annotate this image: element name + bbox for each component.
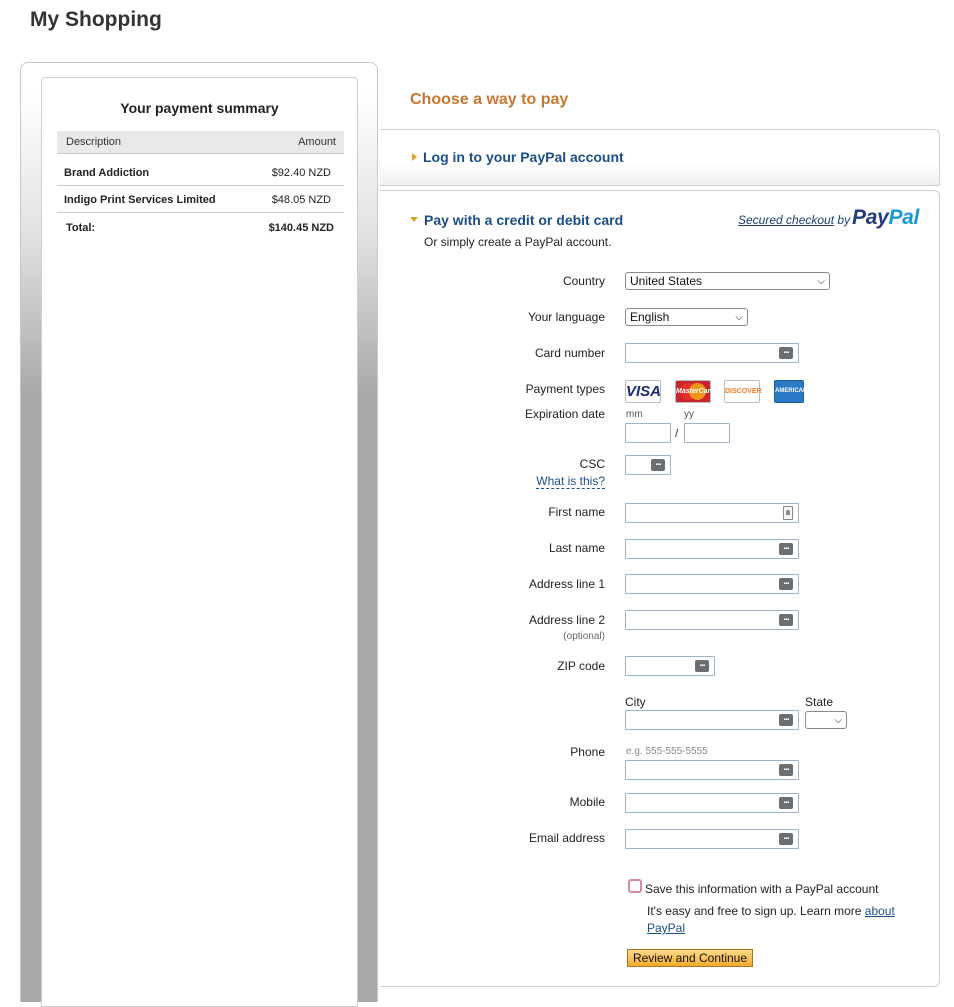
card-heading[interactable]: Pay with a credit or debit card <box>424 212 623 228</box>
yy-hint: yy <box>684 409 694 420</box>
address2-label: Address line 2 <box>528 613 605 627</box>
zip-input[interactable]: ... <box>625 656 715 676</box>
summary-row: Brand Addiction $92.40 NZD <box>57 159 344 186</box>
item-description: Indigo Print Services Limited <box>64 194 216 206</box>
save-info-label[interactable]: Save this information with a PayPal acco… <box>645 882 878 896</box>
description-header: Description <box>66 136 122 148</box>
state-label: State <box>805 695 834 709</box>
autofill-icon[interactable]: ... <box>779 613 793 626</box>
secured-by: by <box>837 213 851 227</box>
last-name-input[interactable]: ... <box>625 539 799 559</box>
mm-hint: mm <box>626 409 643 420</box>
paypal-logo: PayPal <box>852 206 919 230</box>
total-label: Total: <box>66 222 96 234</box>
csc-label: CSC <box>579 457 605 471</box>
save-info-checkbox[interactable] <box>628 879 642 893</box>
autofill-icon[interactable]: ... <box>779 542 793 555</box>
collapse-arrow-icon <box>410 217 418 222</box>
phone-label: Phone <box>570 745 605 759</box>
autofill-icon[interactable]: ... <box>779 577 793 590</box>
expand-arrow-icon <box>412 153 417 161</box>
total-amount: $140.45 NZD <box>268 222 334 234</box>
zip-label: ZIP code <box>557 659 605 673</box>
autofill-icon[interactable]: ... <box>779 713 793 726</box>
autofill-icon[interactable]: ... <box>779 832 793 845</box>
mobile-label: Mobile <box>569 795 605 809</box>
country-label: Country <box>562 274 605 288</box>
expiry-month-input[interactable] <box>625 423 671 443</box>
summary-row: Indigo Print Services Limited $48.05 NZD <box>57 186 344 213</box>
mastercard-card-icon: MasterCard <box>675 380 715 403</box>
item-amount: $92.40 NZD <box>271 167 331 179</box>
chevron-down-icon: ⌵ <box>834 715 842 726</box>
payment-summary: Your payment summary Description Amount … <box>41 77 358 1007</box>
expiry-separator: / <box>675 426 679 440</box>
card-number-label: Card number <box>534 346 605 360</box>
visa-card-icon: VISA <box>625 380 661 403</box>
signup-info: It's easy and free to sign up. Learn mor… <box>647 904 862 918</box>
payment-types-label: Payment types <box>525 382 605 396</box>
city-label: City <box>625 695 646 709</box>
language-label: Your language <box>528 310 605 324</box>
country-value: United States <box>630 274 703 288</box>
language-value: English <box>630 310 670 324</box>
autofill-icon[interactable]: ... <box>695 659 709 672</box>
review-continue-button[interactable]: Review and Continue <box>627 949 753 967</box>
card-subtext: Or simply create a PayPal account. <box>424 235 612 249</box>
login-heading[interactable]: Log in to your PayPal account <box>423 149 624 165</box>
first-name-input[interactable] <box>625 503 799 523</box>
autofill-icon[interactable]: ... <box>779 346 793 359</box>
csc-help-link[interactable]: What is this? <box>536 475 605 489</box>
last-name-label: Last name <box>548 541 605 555</box>
state-select[interactable]: ⌵ <box>805 711 847 729</box>
paypal-logo-pal: Pal <box>888 206 920 229</box>
csc-input[interactable]: ... <box>625 455 671 475</box>
summary-total-row: Total: $140.45 NZD <box>57 214 344 240</box>
mastercard-label: MasterCard <box>676 388 715 395</box>
discover-card-icon: DISCOVER <box>724 380 762 403</box>
address2-optional-note: (optional) <box>563 631 605 642</box>
page-title: My Shopping <box>30 8 162 31</box>
autofill-icon[interactable]: ... <box>779 763 793 776</box>
address2-input[interactable]: ... <box>625 610 799 630</box>
email-label: Email address <box>528 831 605 845</box>
address1-label: Address line 1 <box>528 577 605 591</box>
secured-checkout: Secured checkout by <box>738 213 850 227</box>
chevron-down-icon: ⌵ <box>735 312 743 323</box>
item-amount: $48.05 NZD <box>271 194 331 206</box>
autofill-icon[interactable]: ... <box>779 796 793 809</box>
phone-input[interactable]: ... <box>625 760 799 780</box>
summary-title: Your payment summary <box>120 100 279 116</box>
signup-info-text: It's easy and free to sign up. Learn mor… <box>647 903 907 937</box>
city-input[interactable]: ... <box>625 710 799 730</box>
phone-hint: e.g. 555-555-5555 <box>626 746 708 757</box>
autofill-icon[interactable]: ... <box>651 458 665 471</box>
choose-title: Choose a way to pay <box>410 91 569 108</box>
item-description: Brand Addiction <box>64 167 150 179</box>
card-number-input[interactable]: ... <box>625 343 799 363</box>
amex-card-icon: AMERICAN EXPRESS <box>774 380 807 415</box>
expiration-label: Expiration date <box>524 407 605 421</box>
email-input[interactable]: ... <box>625 829 799 849</box>
amount-header: Amount <box>298 136 336 148</box>
mobile-input[interactable]: ... <box>625 793 799 813</box>
chevron-down-icon: ⌵ <box>817 276 825 287</box>
contact-card-icon[interactable] <box>783 506 793 520</box>
secured-checkout-link[interactable]: Secured checkout <box>738 213 834 227</box>
summary-header-row: Description Amount <box>57 131 344 154</box>
discover-label: DISCOVER <box>725 388 762 395</box>
paypal-logo-pay: Pay <box>852 206 889 229</box>
country-select[interactable]: United States ⌵ <box>625 272 830 290</box>
language-select[interactable]: English ⌵ <box>625 308 748 326</box>
first-name-label: First name <box>548 505 605 519</box>
expiry-year-input[interactable] <box>684 423 730 443</box>
address1-input[interactable]: ... <box>625 574 799 594</box>
